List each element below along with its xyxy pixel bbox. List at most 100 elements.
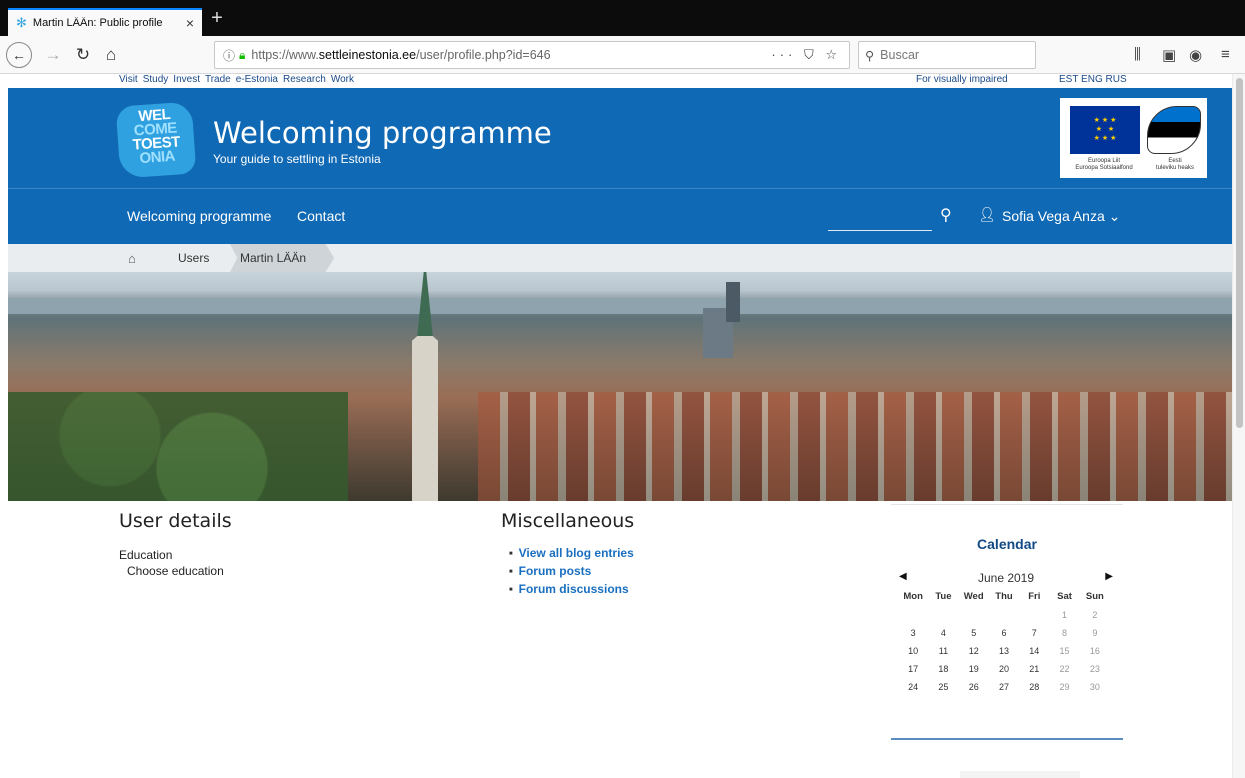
calendar-next-icon[interactable]: ▶ — [1105, 571, 1113, 582]
site-title[interactable]: Welcoming programme — [213, 116, 552, 150]
calendar-day[interactable]: 2 — [1080, 610, 1110, 620]
calendar-day[interactable]: 30 — [1080, 682, 1110, 692]
top-links: Visit Study Invest Trade e-Estonia Research Wo… — [0, 74, 1232, 88]
url-text[interactable]: https://www.settleinestonia.ee/user/prof… — [251, 48, 771, 62]
calendar-day[interactable]: 5 — [959, 628, 989, 638]
browser-search-bar[interactable]: ⚲ Buscar — [858, 41, 1036, 69]
calendar-day[interactable]: 16 — [1080, 646, 1110, 656]
forward-arrow-icon[interactable]: → — [40, 42, 66, 68]
calendar-day — [989, 610, 1019, 620]
calendar-divider — [891, 504, 1123, 505]
ee-text-1: Eesti — [1168, 158, 1182, 164]
calendar-day[interactable]: 22 — [1049, 664, 1079, 674]
top-link[interactable]: Visit — [119, 74, 138, 85]
top-link[interactable]: Study — [143, 74, 169, 85]
menu-contact[interactable]: Contact — [297, 208, 345, 224]
new-tab-button[interactable]: + — [206, 8, 228, 30]
estonia-flag-icon — [1147, 106, 1201, 154]
info-icon[interactable]: ⓘ — [223, 47, 235, 64]
welcome-to-estonia-logo[interactable]: WEL COME TOEST ONIA — [115, 101, 197, 179]
search-placeholder: Buscar — [880, 48, 920, 62]
visually-impaired-link[interactable]: For visually impaired — [916, 74, 1008, 85]
reload-icon[interactable]: ↻ — [70, 42, 96, 68]
ee-text-2: tuleviku heaks — [1155, 165, 1195, 171]
calendar-day[interactable]: 20 — [989, 664, 1019, 674]
calendar-day[interactable]: 24 — [898, 682, 928, 692]
calendar-title: Calendar — [977, 536, 1037, 552]
calendar-day[interactable]: 15 — [1049, 646, 1079, 656]
calendar-day[interactable]: 27 — [989, 682, 1019, 692]
calendar-day[interactable]: 4 — [928, 628, 958, 638]
extension-icon[interactable]: ◉ — [1189, 46, 1202, 64]
miscellaneous-heading: Miscellaneous — [501, 510, 635, 532]
calendar-day[interactable]: 13 — [989, 646, 1019, 656]
calendar-day[interactable]: 25 — [928, 682, 958, 692]
calendar-day — [898, 610, 928, 620]
calendar-day[interactable]: 29 — [1049, 682, 1079, 692]
calendar-day-header: Sun — [1085, 591, 1104, 602]
calendar-day-header: Sat — [1057, 591, 1072, 602]
calendar-day[interactable]: 21 — [1019, 664, 1049, 674]
page-actions[interactable]: ··· ⛉ ☆ — [771, 47, 841, 63]
eu-text-1: Euroopa Liit — [1087, 158, 1121, 164]
calendar-day[interactable]: 23 — [1080, 664, 1110, 674]
page-viewport: Visit Study Invest Trade e-Estonia Research Wo… — [0, 74, 1232, 778]
calendar-day[interactable]: 28 — [1019, 682, 1049, 692]
forum-posts-link[interactable]: Forum posts — [509, 563, 634, 581]
breadcrumb: ⌂ Users Martin LÄÄn — [8, 244, 1232, 272]
view-all-blog-entries-link[interactable]: View all blog entries — [509, 545, 634, 563]
calendar-bottom-divider — [891, 738, 1123, 740]
calendar-day[interactable]: 18 — [928, 664, 958, 674]
hero-trees — [8, 392, 348, 501]
forum-discussions-link[interactable]: Forum discussions — [509, 581, 634, 599]
calendar-day[interactable]: 14 — [1019, 646, 1049, 656]
calendar-day[interactable]: 11 — [928, 646, 958, 656]
calendar-day[interactable]: 6 — [989, 628, 1019, 638]
calendar-header: ◀ June 2019 ▶ — [895, 571, 1117, 587]
hero-building — [726, 282, 740, 322]
breadcrumb-users[interactable]: Users — [178, 244, 209, 272]
address-bar[interactable]: ⓘ 🔒︎ https://www.settleinestonia.ee/user… — [214, 41, 850, 69]
calendar-day[interactable]: 10 — [898, 646, 928, 656]
calendar-day[interactable]: 17 — [898, 664, 928, 674]
page-scrollbar[interactable] — [1232, 74, 1245, 778]
calendar-day — [1019, 610, 1049, 620]
education-value: Choose education — [127, 564, 224, 578]
calendar-day-header: Wed — [963, 591, 984, 602]
calendar-day[interactable]: 7 — [1019, 628, 1049, 638]
hero-sea — [8, 298, 1232, 314]
top-link[interactable]: Invest — [173, 74, 200, 85]
user-details-heading: User details — [119, 510, 232, 532]
menu-welcoming-programme[interactable]: Welcoming programme — [127, 208, 271, 224]
top-link[interactable]: Research — [283, 74, 326, 85]
browser-navbar: ← → ↻ ⌂ ⓘ 🔒︎ https://www.settleinestonia… — [0, 36, 1245, 74]
eu-funding-logos: ★ ★ ★ ★ ★ ★ ★ ★ Euroopa Liit Euroopa Sotsia… — [1060, 98, 1207, 178]
sidebar-icon[interactable]: ▣ — [1162, 46, 1176, 64]
browser-tab[interactable]: ✻ Martin LÄÄn: Public profile × — [8, 8, 202, 36]
user-menu[interactable]: Sofia Vega Anza ⌄ — [1002, 208, 1120, 225]
hamburger-menu-icon[interactable]: ≡ — [1221, 46, 1230, 63]
back-arrow-icon[interactable]: ← — [6, 42, 32, 68]
lock-icon[interactable]: 🔒︎ — [239, 48, 245, 63]
breadcrumb-home-icon[interactable]: ⌂ — [128, 244, 136, 272]
site-search-input[interactable] — [828, 230, 932, 231]
top-link[interactable]: Trade — [205, 74, 231, 85]
eu-text-2: Euroopa Sotsiaalfond — [1075, 165, 1133, 171]
calendar-day[interactable]: 8 — [1049, 628, 1079, 638]
library-icon[interactable]: ⫼ — [1134, 46, 1141, 63]
home-icon[interactable]: ⌂ — [98, 42, 124, 68]
top-link[interactable]: e-Estonia — [236, 74, 278, 85]
language-switcher[interactable]: EST ENG RUS — [1059, 74, 1127, 85]
calendar-day[interactable]: 9 — [1080, 628, 1110, 638]
top-link[interactable]: Work — [331, 74, 354, 85]
tab-close-icon[interactable]: × — [186, 15, 194, 31]
search-icon[interactable]: ⚲ — [940, 205, 952, 225]
calendar-day[interactable]: 19 — [959, 664, 989, 674]
calendar-day[interactable]: 26 — [959, 682, 989, 692]
calendar-day[interactable]: 1 — [1049, 610, 1079, 620]
calendar-day[interactable]: 3 — [898, 628, 928, 638]
miscellaneous-section: Miscellaneous View all blog entries Foru… — [501, 510, 634, 599]
calendar-day[interactable]: 12 — [959, 646, 989, 656]
scrollbar-thumb[interactable] — [1236, 78, 1243, 428]
hero-image-tallinn — [8, 272, 1232, 501]
